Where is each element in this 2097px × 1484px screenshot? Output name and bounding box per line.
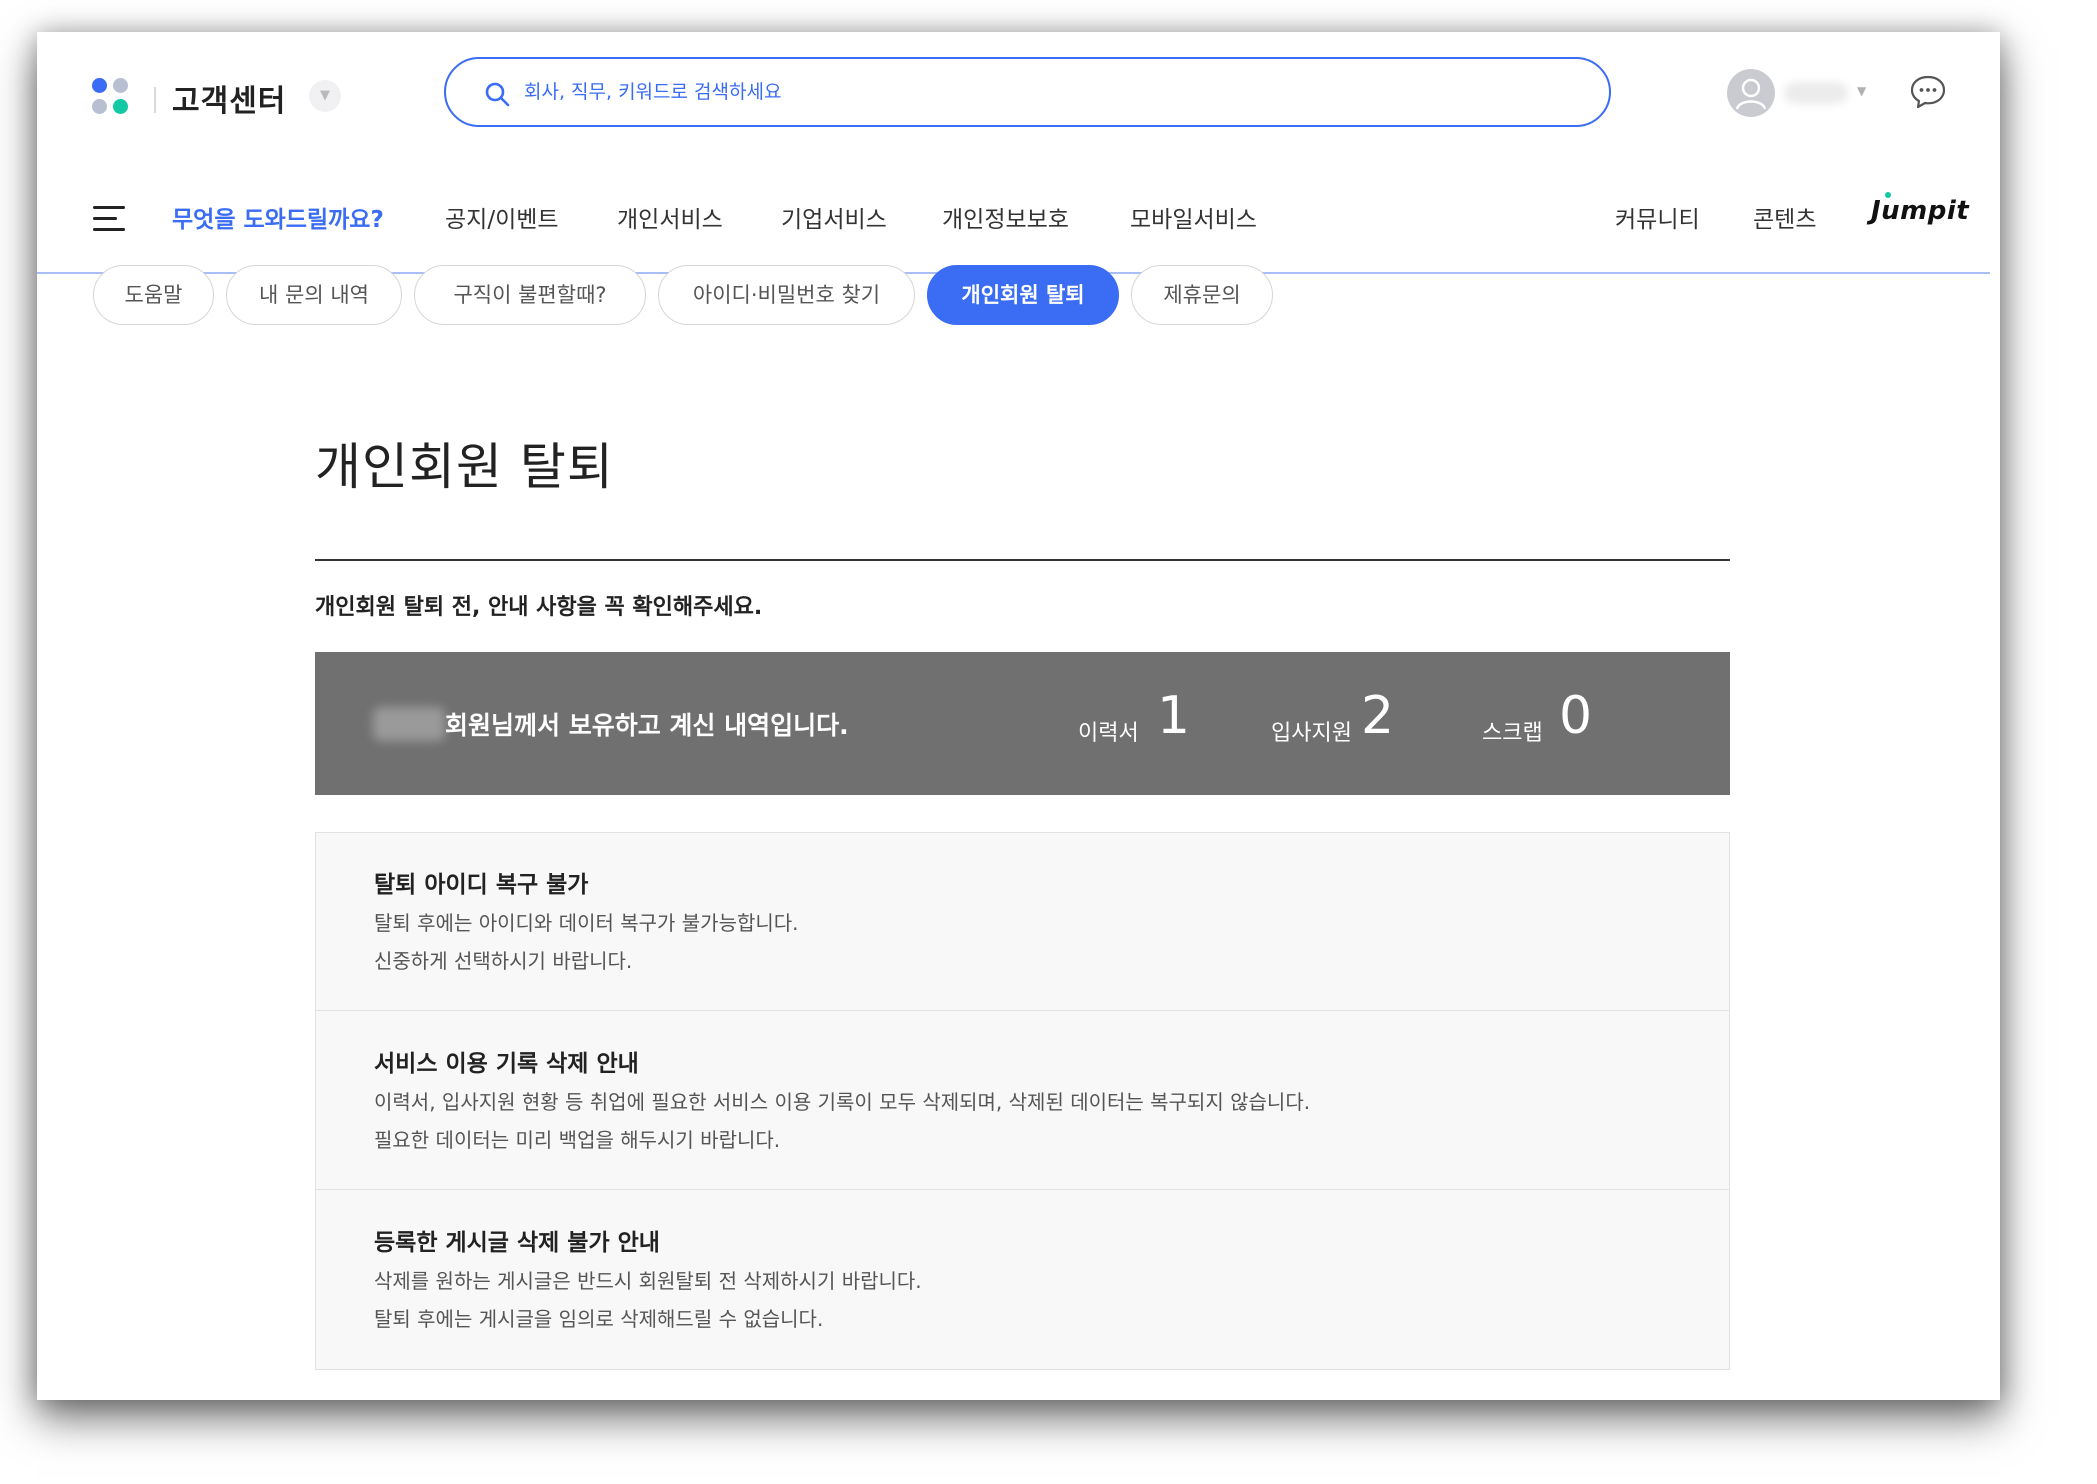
jumpit-logo[interactable]: Jumpit <box>1871 196 1969 226</box>
info-section-line: 이력서, 입사지원 현황 등 취업에 필요한 서비스 이용 기록이 모두 삭제되… <box>374 1090 1311 1114</box>
info-section: 등록한 게시글 삭제 불가 안내 삭제를 원하는 게시글은 반드시 회원탈퇴 전… <box>316 1191 1729 1369</box>
search-input[interactable] <box>524 73 1574 111</box>
nav-item-notice[interactable]: 공지/이벤트 <box>445 200 559 234</box>
menu-icon[interactable] <box>93 206 125 232</box>
nav-item-community[interactable]: 커뮤니티 <box>1615 200 1700 234</box>
stat-value-resume: 1 <box>1157 686 1191 746</box>
brand-title[interactable]: 고객센터 <box>172 76 286 120</box>
tab-help[interactable]: 도움말 <box>93 265 214 325</box>
stat-label-applications: 입사지원 <box>1271 721 1352 746</box>
nav-item-business[interactable]: 기업서비스 <box>781 200 887 234</box>
main-nav: 무엇을 도와드릴까요? 공지/이벤트 개인서비스 기업서비스 개인정보보호 모바… <box>37 162 1990 274</box>
tab-withdrawal[interactable]: 개인회원 탈퇴 <box>927 265 1119 325</box>
member-summary: 회원님께서 보유하고 계신 내역입니다. 이력서 1 입사지원 2 스크랩 0 <box>315 652 1730 795</box>
tab-partnership[interactable]: 제휴문의 <box>1131 265 1273 325</box>
info-section-title: 등록한 게시글 삭제 불가 안내 <box>374 1230 660 1256</box>
search-icon[interactable] <box>484 81 510 107</box>
stat-value-scrap: 0 <box>1559 686 1593 746</box>
nav-item-contents[interactable]: 콘텐츠 <box>1753 200 1816 234</box>
summary-text: 회원님께서 보유하고 계신 내역입니다. <box>445 711 849 740</box>
info-section-title: 탈퇴 아이디 복구 불가 <box>374 872 589 898</box>
top-header: 고객센터 ▼ ▼ <box>37 32 2000 162</box>
info-section-line: 삭제를 원하는 게시글은 반드시 회원탈퇴 전 삭제하시기 바랍니다. <box>374 1269 922 1293</box>
info-section: 탈퇴 아이디 복구 불가 탈퇴 후에는 아이디와 데이터 복구가 불가능합니다.… <box>316 833 1729 1011</box>
info-section-line: 탈퇴 후에는 아이디와 데이터 복구가 불가능합니다. <box>374 911 799 935</box>
user-icon <box>1735 78 1767 110</box>
nav-item-help[interactable]: 무엇을 도와드릴까요? <box>172 200 384 234</box>
info-section-line: 탈퇴 후에는 게시글을 임의로 삭제해드릴 수 없습니다. <box>374 1307 824 1331</box>
chevron-down-icon[interactable]: ▼ <box>1857 84 1866 98</box>
brand-divider <box>154 87 156 113</box>
page-title: 개인회원 탈퇴 <box>315 438 614 496</box>
withdrawal-info: 탈퇴 아이디 복구 불가 탈퇴 후에는 아이디와 데이터 복구가 불가능합니다.… <box>315 832 1730 1370</box>
jumpit-logo-dot <box>1885 192 1891 198</box>
nav-item-mobile[interactable]: 모바일서비스 <box>1130 200 1257 234</box>
stat-value-applications: 2 <box>1361 686 1395 746</box>
nav-item-personal[interactable]: 개인서비스 <box>617 200 723 234</box>
tab-my-inquiries[interactable]: 내 문의 내역 <box>226 265 402 325</box>
nav-item-privacy[interactable]: 개인정보보호 <box>942 200 1069 234</box>
avatar[interactable] <box>1727 69 1775 117</box>
chevron-down-icon[interactable]: ▼ <box>309 80 341 112</box>
browser-window: 고객센터 ▼ ▼ 무엇을 도와드릴까요? <box>37 32 2000 1400</box>
info-section-line: 필요한 데이터는 미리 백업을 해두시기 바랍니다. <box>374 1128 781 1152</box>
chat-icon[interactable] <box>1909 74 1947 110</box>
tab-job-search-issue[interactable]: 구직이 불편할때? <box>414 265 646 325</box>
notice-text: 개인회원 탈퇴 전, 안내 사항을 꼭 확인해주세요. <box>315 595 763 620</box>
info-section-title: 서비스 이용 기록 삭제 안내 <box>374 1051 639 1077</box>
tab-find-id-password[interactable]: 아이디·비밀번호 찾기 <box>658 265 915 325</box>
title-divider <box>315 559 1730 561</box>
logo-icon[interactable] <box>92 78 132 118</box>
info-section: 서비스 이용 기록 삭제 안내 이력서, 입사지원 현황 등 취업에 필요한 서… <box>316 1012 1729 1190</box>
info-section-line: 신중하게 선택하시기 바랍니다. <box>374 949 633 973</box>
member-name-redacted <box>373 707 445 741</box>
search-box[interactable] <box>444 57 1611 127</box>
stat-label-scrap: 스크랩 <box>1482 721 1543 746</box>
stat-label-resume: 이력서 <box>1078 721 1139 746</box>
user-name-redacted[interactable] <box>1784 82 1848 104</box>
